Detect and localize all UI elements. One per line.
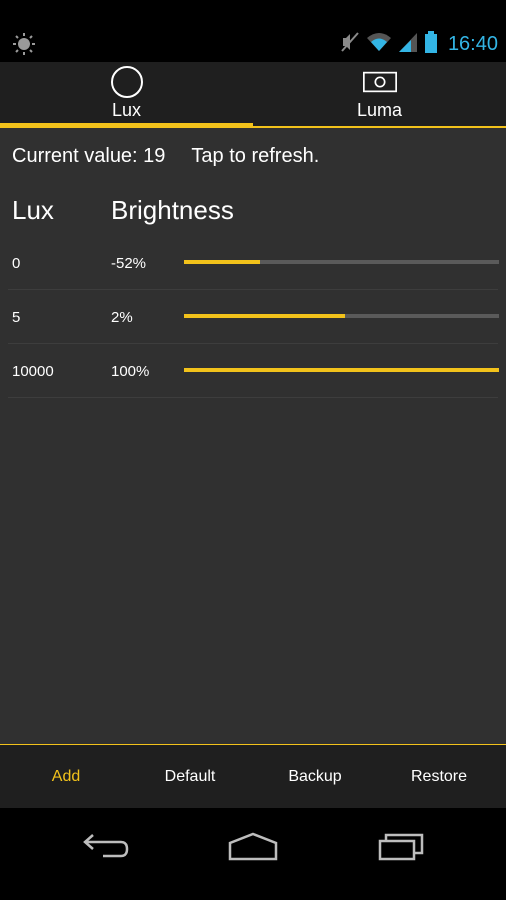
tab-luma[interactable]: Luma xyxy=(253,62,506,126)
app-content: Lux Luma Current value: 19 Tap to refres… xyxy=(0,62,506,808)
row-lux-value: 0 xyxy=(12,255,21,272)
clock: 16:40 xyxy=(447,32,498,55)
home-icon[interactable] xyxy=(218,828,288,864)
current-value-text: Current value: 19 xyxy=(12,145,166,167)
refresh-hint[interactable]: Tap to refresh. xyxy=(191,145,319,168)
brightness-slider[interactable] xyxy=(184,368,499,372)
slider-fill xyxy=(184,314,345,318)
back-icon[interactable] xyxy=(70,828,140,864)
tab-indicator xyxy=(0,123,253,128)
table-row[interactable]: 10000 100% xyxy=(8,344,499,398)
table-row[interactable]: 5 2% xyxy=(8,290,499,344)
current-value-row[interactable]: Current value: 19 Tap to refresh. xyxy=(12,145,319,168)
backup-button[interactable]: Backup xyxy=(252,745,378,808)
row-brightness-value: 100% xyxy=(111,363,150,380)
wifi-icon xyxy=(366,31,392,58)
brightness-table: 0 -52% 5 2% 10000 100% xyxy=(8,236,499,398)
signal-icon xyxy=(398,31,418,58)
navigation-bar xyxy=(0,808,506,900)
row-lux-value: 10000 xyxy=(12,363,54,380)
default-button[interactable]: Default xyxy=(127,745,253,808)
slider-fill xyxy=(184,368,499,372)
status-bar: 16:40 xyxy=(0,0,506,62)
tab-luma-label: Luma xyxy=(356,100,403,120)
header-brightness: Brightness xyxy=(111,195,234,225)
battery-icon xyxy=(424,30,438,59)
tab-lux[interactable]: Lux xyxy=(0,62,253,128)
row-lux-value: 5 xyxy=(12,309,21,326)
brightness-slider[interactable] xyxy=(184,314,499,318)
row-brightness-value: 2% xyxy=(111,309,133,326)
slider-fill xyxy=(184,260,260,264)
row-brightness-value: -52% xyxy=(111,255,147,272)
tab-lux-label: Lux xyxy=(111,100,142,120)
header-lux: Lux xyxy=(12,195,54,225)
camera-icon xyxy=(362,66,397,98)
add-button[interactable]: Add xyxy=(3,745,129,808)
circle-icon xyxy=(110,66,144,98)
recent-apps-icon[interactable] xyxy=(366,828,436,864)
action-bar: Add Default Backup Restore xyxy=(0,744,506,808)
restore-button[interactable]: Restore xyxy=(376,745,502,808)
mute-icon xyxy=(340,31,360,58)
table-row[interactable]: 0 -52% xyxy=(8,236,499,290)
brightness-slider[interactable] xyxy=(184,260,499,264)
tab-bar: Lux Luma xyxy=(0,62,506,128)
brightness-icon xyxy=(12,32,36,56)
